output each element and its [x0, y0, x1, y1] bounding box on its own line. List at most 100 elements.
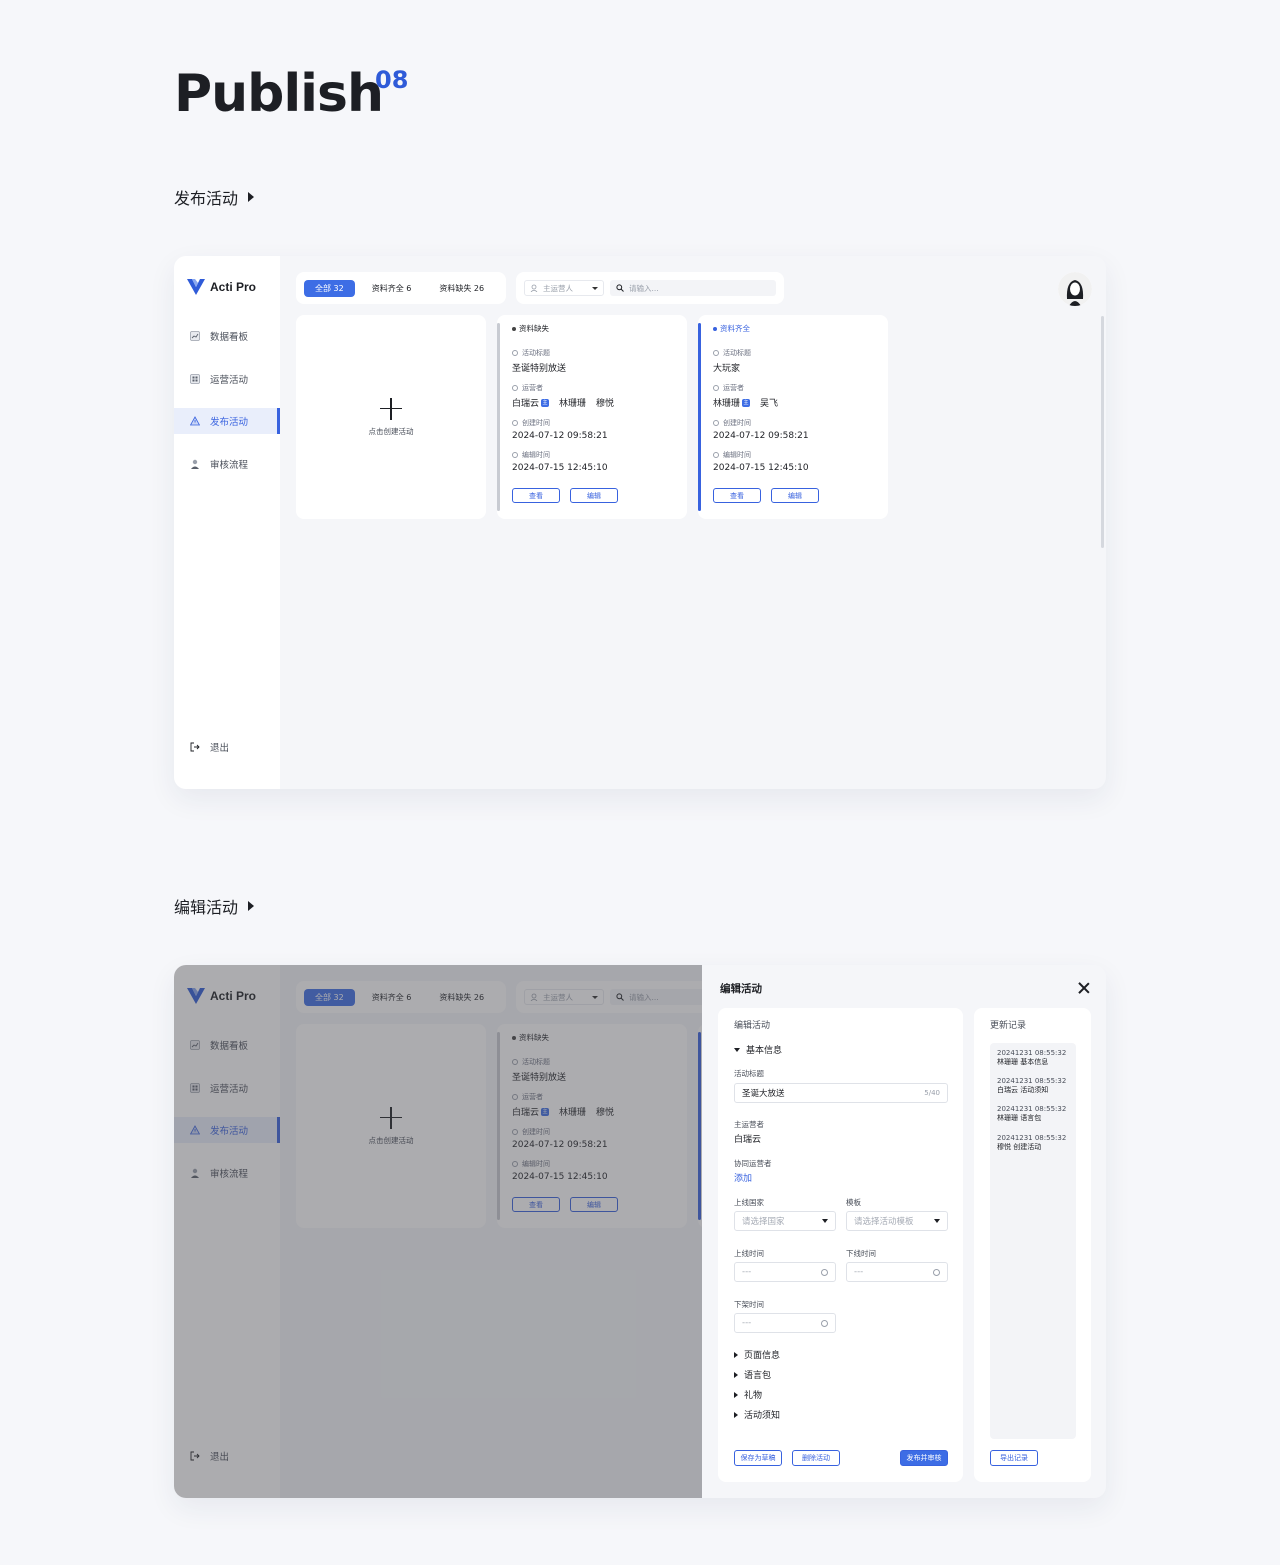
- page-title: Publish: [174, 64, 384, 124]
- update-log-panel: 更新记录 20241231 08:55:32 林珊珊 基本信息 20241231…: [974, 1008, 1091, 1482]
- edited-time: 2024-07-15 12:45:10: [713, 463, 809, 473]
- logout-icon: [190, 742, 200, 752]
- co-operator-label: 协同运营者: [734, 1159, 772, 1168]
- page-number: 08: [375, 66, 409, 94]
- view-button[interactable]: 查看: [713, 488, 761, 503]
- section-label: 页面信息: [744, 1351, 781, 1361]
- create-activity-label: 点击创建活动: [368, 426, 414, 436]
- section-basic-toggle[interactable]: 基本信息: [734, 1043, 782, 1056]
- section-title-text: 编辑活动: [174, 898, 239, 917]
- avatar-illustration: [1058, 272, 1092, 306]
- main-operator-badge: 主: [541, 398, 550, 407]
- delete-activity-button[interactable]: 删除活动: [792, 1450, 840, 1466]
- activity-title-label: 活动标题: [734, 1069, 764, 1078]
- logo-icon: [187, 279, 205, 295]
- warning-icon: [190, 416, 200, 426]
- save-draft-button[interactable]: 保存为草稿: [734, 1450, 782, 1466]
- country-label: 上线国家: [734, 1198, 764, 1207]
- app-name: Acti Pro: [210, 280, 257, 294]
- offline-time-label: 下线时间: [846, 1249, 876, 1258]
- create-activity-card[interactable]: 点击创建活动: [296, 315, 486, 519]
- operator-name: 白瑞云: [512, 399, 540, 409]
- log-header: 更新记录: [990, 1021, 1027, 1031]
- filter-bar: 主运营人 请输入...: [516, 272, 784, 304]
- edit-form-panel: 编辑活动 基本信息 活动标题 圣诞大放送 5/40 主运营者 白瑞云 协同运营者…: [718, 1008, 963, 1482]
- operator-name: 林珊珊: [713, 399, 741, 409]
- list-item: 20241231 08:55:32 林珊珊 语言包: [997, 1105, 1067, 1123]
- app-logo[interactable]: Acti Pro: [186, 278, 256, 296]
- operator-name: 穆悦: [596, 399, 615, 409]
- sidebar-item-publish[interactable]: 发布活动: [174, 408, 280, 434]
- section-language-toggle[interactable]: 语言包: [734, 1368, 771, 1381]
- status-tabs: 全部 32 资料齐全 6 资料缺失 26: [296, 272, 506, 304]
- search-input[interactable]: 请输入...: [610, 280, 776, 296]
- chevron-down-icon: [934, 1219, 940, 1223]
- publish-review-button[interactable]: 发布并审核: [900, 1450, 948, 1466]
- plus-icon: [380, 397, 402, 420]
- section-page-toggle[interactable]: 页面信息: [734, 1348, 780, 1361]
- edit-button[interactable]: 编辑: [771, 488, 819, 503]
- section-gift-toggle[interactable]: 礼物: [734, 1388, 762, 1401]
- activity-card: 资料缺失 活动标题 圣诞特别放送 运营者 白瑞云主 林珊珊 穆悦 创建时间 20…: [497, 315, 687, 519]
- section-title-text: 发布活动: [174, 189, 239, 208]
- tab-complete[interactable]: 资料齐全 6: [361, 280, 423, 297]
- section-title-publish: 发布活动: [174, 185, 255, 209]
- form-header: 编辑活动: [734, 1021, 771, 1031]
- edited-time: 2024-07-15 12:45:10: [512, 463, 608, 473]
- operator-name: 林珊珊: [559, 399, 587, 409]
- sidebar-item-review[interactable]: 审核流程: [174, 451, 280, 477]
- add-co-operator-link[interactable]: 添加: [734, 1171, 752, 1184]
- main-operator-value: 白瑞云: [734, 1135, 762, 1145]
- caret-right-icon: [734, 1391, 738, 1398]
- sidebar-item-label: 审核流程: [210, 460, 249, 471]
- main-operator-label: 主运营者: [734, 1120, 764, 1129]
- activity-title: 大玩家: [713, 364, 741, 374]
- clock-icon: [821, 1319, 828, 1327]
- caret-right-icon: [734, 1411, 738, 1418]
- drawer-title: 编辑活动: [720, 983, 762, 995]
- offline-time-picker[interactable]: ---: [846, 1262, 948, 1282]
- avatar[interactable]: [1058, 272, 1092, 306]
- main-operator-badge: 主: [742, 398, 751, 407]
- close-icon[interactable]: [1078, 982, 1090, 994]
- operator-name: 吴飞: [760, 399, 779, 409]
- status-bar: [698, 323, 701, 511]
- caret-right-icon: [248, 901, 255, 911]
- scrollbar[interactable]: [1101, 316, 1104, 548]
- activity-title: 圣诞特别放送: [512, 364, 567, 374]
- list-item: 20241231 08:55:32 穆悦 创建活动: [997, 1133, 1067, 1151]
- logout-button[interactable]: 退出: [190, 740, 229, 754]
- operator-list: 白瑞云主 林珊珊 穆悦: [512, 396, 672, 409]
- tab-all[interactable]: 全部 32: [304, 279, 355, 297]
- chart-icon: [190, 331, 200, 341]
- country-placeholder: 请选择国家: [742, 1217, 785, 1227]
- app-window-publish: Acti Pro 数据看板 运营活动 发布活动 审核流程 退出 全部 32 资料…: [174, 256, 1106, 789]
- country-select[interactable]: 请选择国家: [734, 1211, 836, 1231]
- log-list: 20241231 08:55:32 林珊珊 基本信息 20241231 08:5…: [990, 1043, 1076, 1439]
- user-icon: [530, 284, 538, 292]
- main-content: 全部 32 资料齐全 6 资料缺失 26 主运营人 请输入... 点击创建活动 …: [280, 256, 1106, 789]
- edit-button[interactable]: 编辑: [570, 488, 618, 503]
- export-log-button[interactable]: 导出记录: [990, 1450, 1038, 1466]
- section-title-edit: 编辑活动: [174, 894, 255, 918]
- section-notice-toggle[interactable]: 活动须知: [734, 1408, 780, 1421]
- activity-title-input[interactable]: 圣诞大放送 5/40: [734, 1083, 948, 1103]
- list-item: 20241231 08:55:32 白瑞云 活动须知: [997, 1077, 1067, 1095]
- operator-select[interactable]: 主运营人: [524, 280, 604, 296]
- view-button[interactable]: 查看: [512, 488, 560, 503]
- sidebar-item-operations[interactable]: 运营活动: [174, 366, 280, 392]
- edited-label: 编辑时间: [512, 450, 672, 460]
- created-time: 2024-07-12 09:58:21: [512, 431, 608, 441]
- sidebar-item-dashboard[interactable]: 数据看板: [174, 323, 280, 349]
- modal-overlay[interactable]: [174, 965, 702, 1498]
- shelf-time-picker[interactable]: ---: [734, 1313, 836, 1333]
- template-placeholder: 请选择活动模板: [854, 1217, 914, 1227]
- template-select[interactable]: 请选择活动模板: [846, 1211, 948, 1231]
- online-time-picker[interactable]: ---: [734, 1262, 836, 1282]
- status-badge: 资料缺失: [512, 323, 672, 334]
- operator-placeholder: 主运营人: [543, 283, 573, 293]
- sidebar-item-label: 发布活动: [210, 417, 249, 428]
- tab-missing[interactable]: 资料缺失 26: [428, 280, 495, 297]
- operator-label: 运营者: [512, 383, 672, 393]
- title-label: 活动标题: [512, 348, 672, 358]
